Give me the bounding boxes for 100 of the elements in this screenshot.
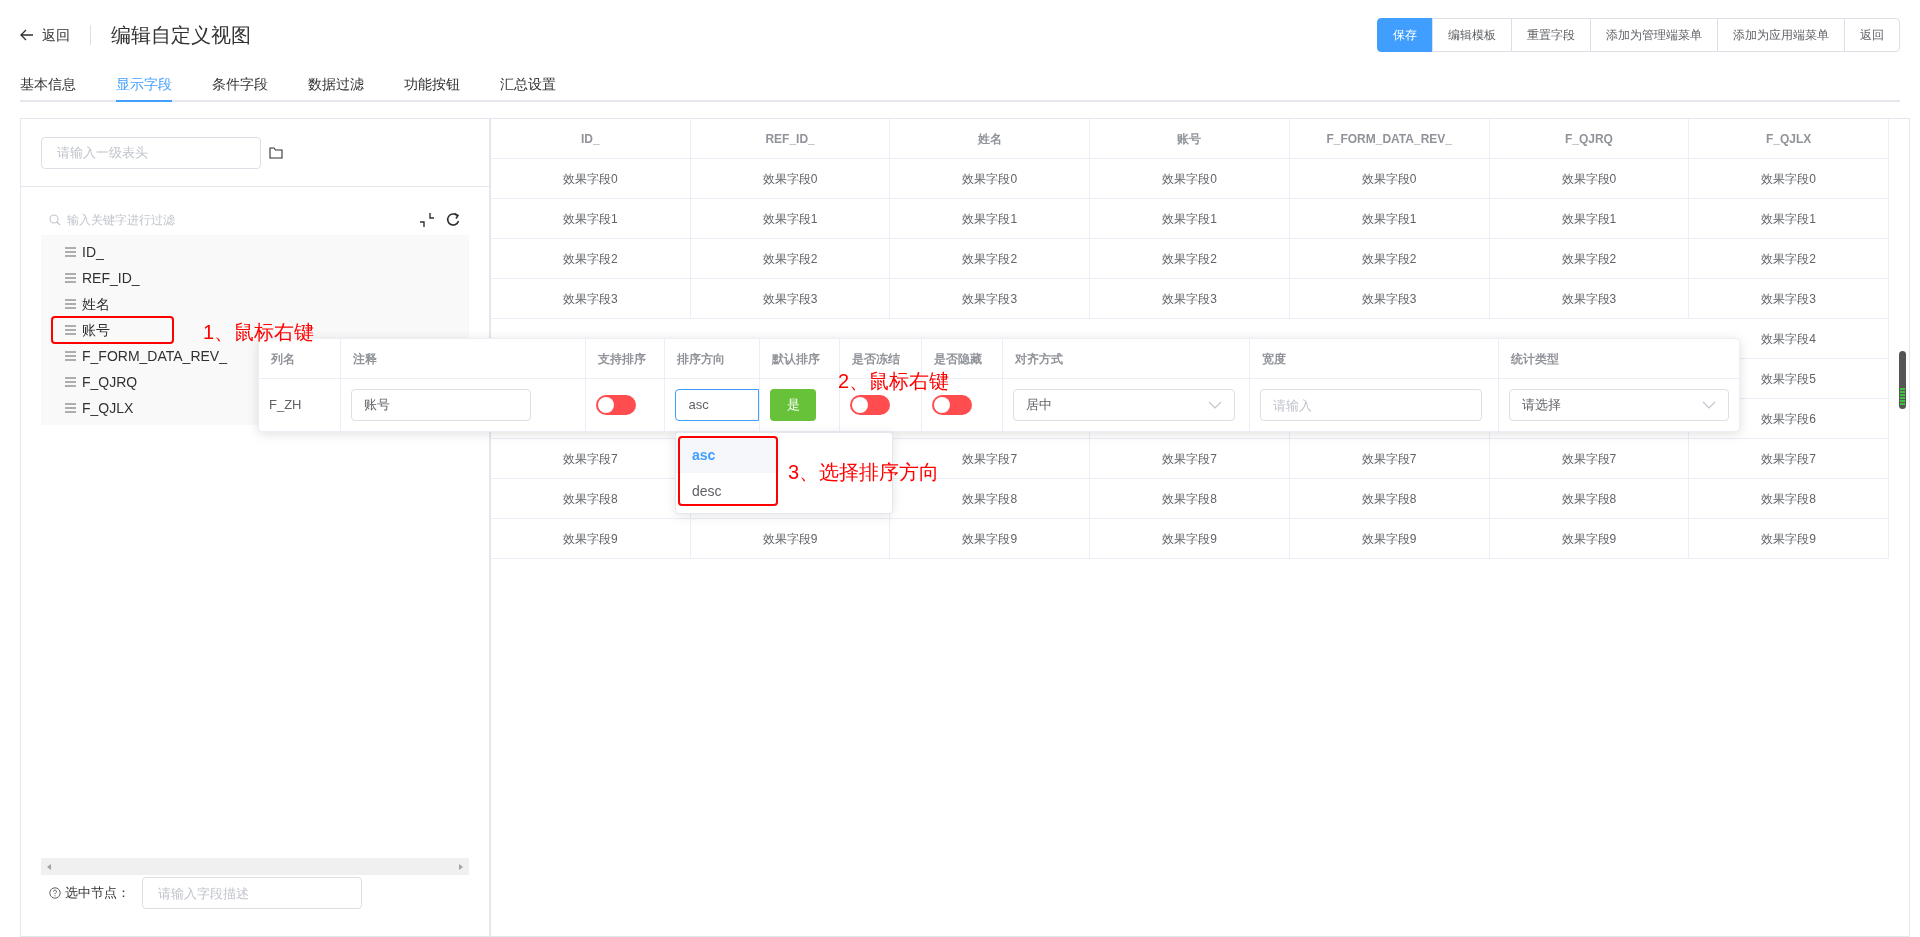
table-cell: 效果字段0 — [1289, 159, 1490, 199]
table-cell: 效果字段1 — [690, 199, 891, 239]
popup-column-header: 统计类型 — [1511, 350, 1560, 368]
popup-column-header: 是否隐藏 — [934, 350, 983, 368]
stat-type-select[interactable]: 请选择 — [1509, 389, 1730, 421]
table-cell: 效果字段8 — [1090, 479, 1290, 519]
toggle-switch[interactable] — [595, 395, 636, 415]
toolbar-button[interactable]: 返回 — [1844, 18, 1900, 52]
toggle-switch[interactable] — [932, 395, 973, 415]
scroll-right-icon[interactable] — [459, 863, 463, 870]
drag-handle-icon — [65, 299, 76, 309]
table-cell: 效果字段2 — [491, 239, 691, 279]
table-cell: 效果字段3 — [1489, 279, 1690, 319]
tab[interactable]: 基本信息 — [20, 70, 76, 102]
column-name: F_ZH — [269, 396, 302, 415]
table-cell: 效果字段2 — [690, 239, 891, 279]
popup-column-header: 支持排序 — [597, 350, 646, 368]
table-cell: 效果字段3 — [890, 279, 1091, 319]
tree-item[interactable]: F_QJLX — [65, 395, 134, 421]
table-cell: 效果字段2 — [1090, 239, 1290, 279]
align-select[interactable]: 居中 — [1013, 389, 1236, 421]
node-description-field[interactable]: 请输入字段描述 — [142, 877, 362, 909]
vertical-scrollbar[interactable] — [1899, 351, 1906, 409]
tab[interactable]: 汇总设置 — [500, 70, 556, 102]
drag-handle-icon — [65, 403, 76, 413]
table-cell: 效果字段0 — [1489, 159, 1690, 199]
table-cell: 效果字段3 — [491, 279, 691, 319]
drag-handle-icon — [65, 247, 76, 257]
table-cell: 效果字段9 — [1489, 519, 1690, 559]
table-cell: 效果字段0 — [890, 159, 1091, 199]
table-cell: 效果字段2 — [1689, 239, 1889, 279]
collapse-icon[interactable] — [419, 212, 435, 228]
table-cell: 效果字段0 — [690, 159, 891, 199]
tree-item[interactable]: 姓名 — [65, 291, 110, 317]
column-header: F_QJRQ — [1489, 119, 1690, 159]
tab[interactable]: 条件字段 — [212, 70, 268, 102]
back-link[interactable]: 返回 — [20, 24, 70, 46]
tree-item[interactable]: F_FORM_DATA_REV_ — [65, 343, 227, 369]
filter-field[interactable]: 输入关键字进行过滤 — [67, 211, 419, 229]
toolbar-button[interactable]: 添加为应用端菜单 — [1717, 18, 1845, 52]
table-cell: 效果字段3 — [690, 279, 891, 319]
table-cell: 效果字段7 — [1289, 439, 1490, 479]
refresh-icon[interactable] — [445, 212, 461, 228]
folder-icon[interactable] — [269, 146, 283, 159]
popup-column-header: 默认排序 — [772, 350, 821, 368]
tree-item[interactable]: F_QJRQ — [65, 369, 138, 395]
table-cell: 效果字段9 — [890, 519, 1091, 559]
popup-column-header: 注释 — [352, 350, 377, 368]
table-cell: 效果字段1 — [1689, 199, 1889, 239]
table-cell: 效果字段9 — [1289, 519, 1490, 559]
popup-column-header: 列名 — [271, 350, 295, 368]
toggle-switch[interactable] — [850, 395, 891, 415]
column-header: 姓名 — [890, 119, 1091, 159]
tree-item[interactable]: 账号 — [65, 317, 110, 343]
table-cell: 效果字段9 — [491, 519, 691, 559]
arrow-left-icon — [20, 29, 34, 41]
column-header: REF_ID_ — [690, 119, 891, 159]
column-header: ID_ — [491, 119, 691, 159]
table-cell: 效果字段0 — [1689, 159, 1889, 199]
table-cell: 效果字段0 — [1090, 159, 1290, 199]
tree-item[interactable]: REF_ID_ — [65, 265, 140, 291]
width-field[interactable]: 请输入 — [1259, 389, 1482, 421]
column-header: F_QJLX — [1689, 119, 1889, 159]
drag-handle-icon — [65, 351, 76, 361]
table-cell: 效果字段2 — [1489, 239, 1690, 279]
select-value: 居中 — [1026, 396, 1053, 415]
table-cell: 效果字段7 — [1689, 439, 1889, 479]
sort-direction-field[interactable]: asc — [675, 389, 760, 421]
toolbar-button[interactable]: 重置字段 — [1511, 18, 1591, 52]
popup-column-header: 对齐方式 — [1015, 350, 1064, 368]
column-header: 账号 — [1090, 119, 1290, 159]
chevron-down-icon — [1208, 401, 1223, 409]
table-cell: 效果字段1 — [890, 199, 1091, 239]
tab[interactable]: 功能按钮 — [404, 70, 460, 102]
tree-item[interactable]: ID_ — [65, 239, 104, 265]
table-cell: 效果字段0 — [491, 159, 691, 199]
table-cell: 效果字段1 — [1090, 199, 1290, 239]
comment-field[interactable]: 账号 — [350, 389, 531, 421]
drag-handle-icon — [65, 325, 76, 335]
table-cell: 效果字段8 — [1289, 479, 1490, 519]
tab[interactable]: 数据过滤 — [308, 70, 364, 102]
toolbar-button[interactable]: 添加为管理端菜单 — [1590, 18, 1718, 52]
table-cell: 效果字段3 — [1689, 279, 1889, 319]
toolbar-button[interactable]: 编辑模板 — [1432, 18, 1512, 52]
help-icon — [49, 887, 61, 899]
chevron-down-icon — [1702, 401, 1717, 409]
table-cell: 效果字段3 — [1090, 279, 1290, 319]
table-cell: 效果字段7 — [1090, 439, 1290, 479]
table-cell: 效果字段3 — [1289, 279, 1490, 319]
table-cell: 效果字段8 — [1489, 479, 1690, 519]
table-cell: 效果字段1 — [1289, 199, 1490, 239]
table-cell: 效果字段9 — [1689, 519, 1889, 559]
table-cell: 效果字段7 — [1489, 439, 1690, 479]
select-value: 请选择 — [1522, 396, 1562, 415]
table-cell: 效果字段9 — [1090, 519, 1290, 559]
drag-handle-icon — [65, 273, 76, 283]
table-cell: 效果字段1 — [491, 199, 691, 239]
popup-column-header: 排序方向 — [677, 350, 726, 368]
horizontal-scrollbar[interactable] — [41, 858, 469, 875]
scroll-left-icon[interactable] — [47, 863, 51, 870]
